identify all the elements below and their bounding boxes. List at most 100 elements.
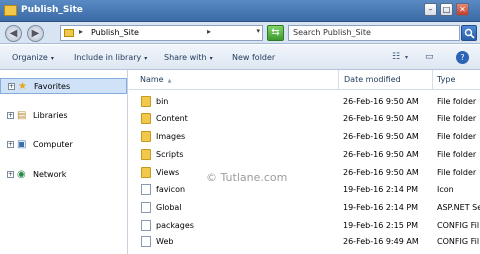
expand-icon[interactable]: + xyxy=(7,141,14,148)
search-placeholder: Search Publish_Site xyxy=(293,28,371,37)
breadcrumb-chevron-icon[interactable]: ▸ xyxy=(207,27,211,36)
organize-label: Organize xyxy=(12,53,48,62)
file-row[interactable]: Web 26-Feb-16 9:49 AM CONFIG Fil xyxy=(129,234,480,250)
file-name: Images xyxy=(156,132,186,141)
nav-item-libraries[interactable]: + ▤ Libraries xyxy=(0,108,127,124)
breadcrumb-publish-site[interactable]: Publish_Site xyxy=(91,28,139,37)
column-header-type[interactable]: Type xyxy=(433,70,480,89)
chevron-down-icon: ▾ xyxy=(50,55,54,62)
file-type: Icon xyxy=(437,185,454,194)
nav-label: Computer xyxy=(33,140,73,149)
view-dropdown-icon[interactable]: ▾ xyxy=(405,54,408,61)
command-bar: Organize ▾ Include in library ▾ Share with… xyxy=(0,45,480,70)
file-date-modified: 26-Feb-16 9:50 AM xyxy=(343,132,419,141)
folder-icon xyxy=(141,131,151,142)
file-type: CONFIG Fil xyxy=(437,237,480,246)
folder-icon xyxy=(4,5,17,16)
file-name: favicon xyxy=(156,185,186,194)
file-type: File folder xyxy=(437,168,477,177)
file-date-modified: 26-Feb-16 9:49 AM xyxy=(343,237,419,246)
file-date-modified: 26-Feb-16 9:50 AM xyxy=(343,97,419,106)
file-name: Web xyxy=(156,237,174,246)
libraries-icon: ▤ xyxy=(17,110,27,121)
share-with-menu[interactable]: Share with ▾ xyxy=(164,53,213,62)
refresh-button[interactable]: ⇆ xyxy=(267,25,284,41)
title-bar: Publish_Site – □ ✕ xyxy=(0,0,480,22)
share-with-label: Share with xyxy=(164,53,207,62)
file-name: Content xyxy=(156,114,188,123)
navigation-pane: + ★ Favorites + ▤ Libraries + ▣ Computer… xyxy=(0,70,128,254)
file-name: bin xyxy=(156,97,169,106)
file-row[interactable]: Scripts 26-Feb-16 9:50 AM File folder xyxy=(129,147,480,163)
network-icon: ◉ xyxy=(17,169,26,180)
file-row[interactable]: favicon 19-Feb-16 2:14 PM Icon xyxy=(129,182,480,198)
nav-item-favorites[interactable]: + ★ Favorites xyxy=(0,78,127,94)
organize-menu[interactable]: Organize ▾ xyxy=(12,53,54,62)
asax-file-icon xyxy=(141,202,151,213)
file-type: File folder xyxy=(437,150,477,159)
file-row[interactable]: Images 26-Feb-16 9:50 AM File folder xyxy=(129,129,480,145)
folder-icon xyxy=(64,29,74,37)
search-input[interactable]: Search Publish_Site xyxy=(288,25,460,41)
file-list: Name ▲ Date modified Type bin 26-Feb-16 9:… xyxy=(129,70,480,254)
folder-icon xyxy=(141,113,151,124)
column-header-date-modified[interactable]: Date modified xyxy=(339,70,433,89)
minimize-button[interactable]: – xyxy=(424,3,437,16)
file-date-modified: 19-Feb-16 2:14 PM xyxy=(343,203,419,212)
config-file-icon xyxy=(141,220,151,231)
sort-caret-icon: ▲ xyxy=(167,78,172,84)
column-header-name[interactable]: Name ▲ xyxy=(129,70,339,89)
breadcrumb-separator-icon[interactable]: ▸ xyxy=(79,27,83,36)
search-icon xyxy=(464,28,475,39)
file-row[interactable]: packages 19-Feb-16 2:15 PM CONFIG Fil xyxy=(129,218,480,234)
chevron-down-icon: ▾ xyxy=(209,55,213,62)
config-file-icon xyxy=(141,236,151,247)
file-type: File folder xyxy=(437,114,477,123)
nav-label: Network xyxy=(33,170,67,179)
address-bar[interactable]: ▸ Publish_Site ▸ ▾ xyxy=(60,25,263,41)
search-button[interactable] xyxy=(461,25,477,41)
expand-icon[interactable]: + xyxy=(7,171,14,178)
include-in-library-menu[interactable]: Include in library ▾ xyxy=(74,53,147,62)
file-row[interactable]: Content 26-Feb-16 9:50 AM File folder xyxy=(129,111,480,127)
file-date-modified: 19-Feb-16 2:15 PM xyxy=(343,221,419,230)
file-date-modified: 26-Feb-16 9:50 AM xyxy=(343,150,419,159)
file-type: ASP.NET Se xyxy=(437,203,480,212)
preview-pane-icon[interactable]: ▭ xyxy=(425,52,434,62)
back-button[interactable]: ◀ xyxy=(5,25,22,42)
file-row[interactable]: Views 26-Feb-16 9:50 AM File folder xyxy=(129,165,480,181)
file-date-modified: 19-Feb-16 2:14 PM xyxy=(343,185,419,194)
folder-icon xyxy=(141,96,151,107)
file-name: packages xyxy=(156,221,194,230)
file-row[interactable]: bin 26-Feb-16 9:50 AM File folder xyxy=(129,94,480,110)
close-button[interactable]: ✕ xyxy=(456,3,469,16)
help-icon[interactable]: ? xyxy=(456,51,469,64)
star-icon: ★ xyxy=(18,81,27,92)
file-row[interactable]: Global 19-Feb-16 2:14 PM ASP.NET Se xyxy=(129,200,480,216)
folder-icon xyxy=(141,167,151,178)
nav-label: Libraries xyxy=(33,111,68,120)
include-in-library-label: Include in library xyxy=(74,53,142,62)
file-name: Global xyxy=(156,203,182,212)
maximize-button[interactable]: □ xyxy=(440,3,453,16)
header-divider xyxy=(129,89,480,90)
expand-icon[interactable]: + xyxy=(8,83,15,90)
file-type: File folder xyxy=(437,132,477,141)
address-bar-row: ◀ ▶ ▸ Publish_Site ▸ ▾ ⇆ Search Publish_… xyxy=(0,22,480,44)
file-type: File folder xyxy=(437,97,477,106)
watermark: © Tutlane.com xyxy=(206,171,288,184)
file-name: Scripts xyxy=(156,150,184,159)
column-name-label: Name xyxy=(140,75,164,84)
expand-icon[interactable]: + xyxy=(7,112,14,119)
new-folder-button[interactable]: New folder xyxy=(232,53,275,62)
file-date-modified: 26-Feb-16 9:50 AM xyxy=(343,168,419,177)
icon-file-icon xyxy=(141,184,151,195)
forward-button[interactable]: ▶ xyxy=(27,25,44,42)
address-dropdown-icon[interactable]: ▾ xyxy=(256,27,260,35)
view-options-icon[interactable]: ☷ xyxy=(392,52,400,62)
window-title: Publish_Site xyxy=(21,5,83,15)
nav-item-network[interactable]: + ◉ Network xyxy=(0,167,127,183)
file-name: Views xyxy=(156,168,180,177)
nav-item-computer[interactable]: + ▣ Computer xyxy=(0,137,127,153)
nav-label: Favorites xyxy=(34,82,71,91)
